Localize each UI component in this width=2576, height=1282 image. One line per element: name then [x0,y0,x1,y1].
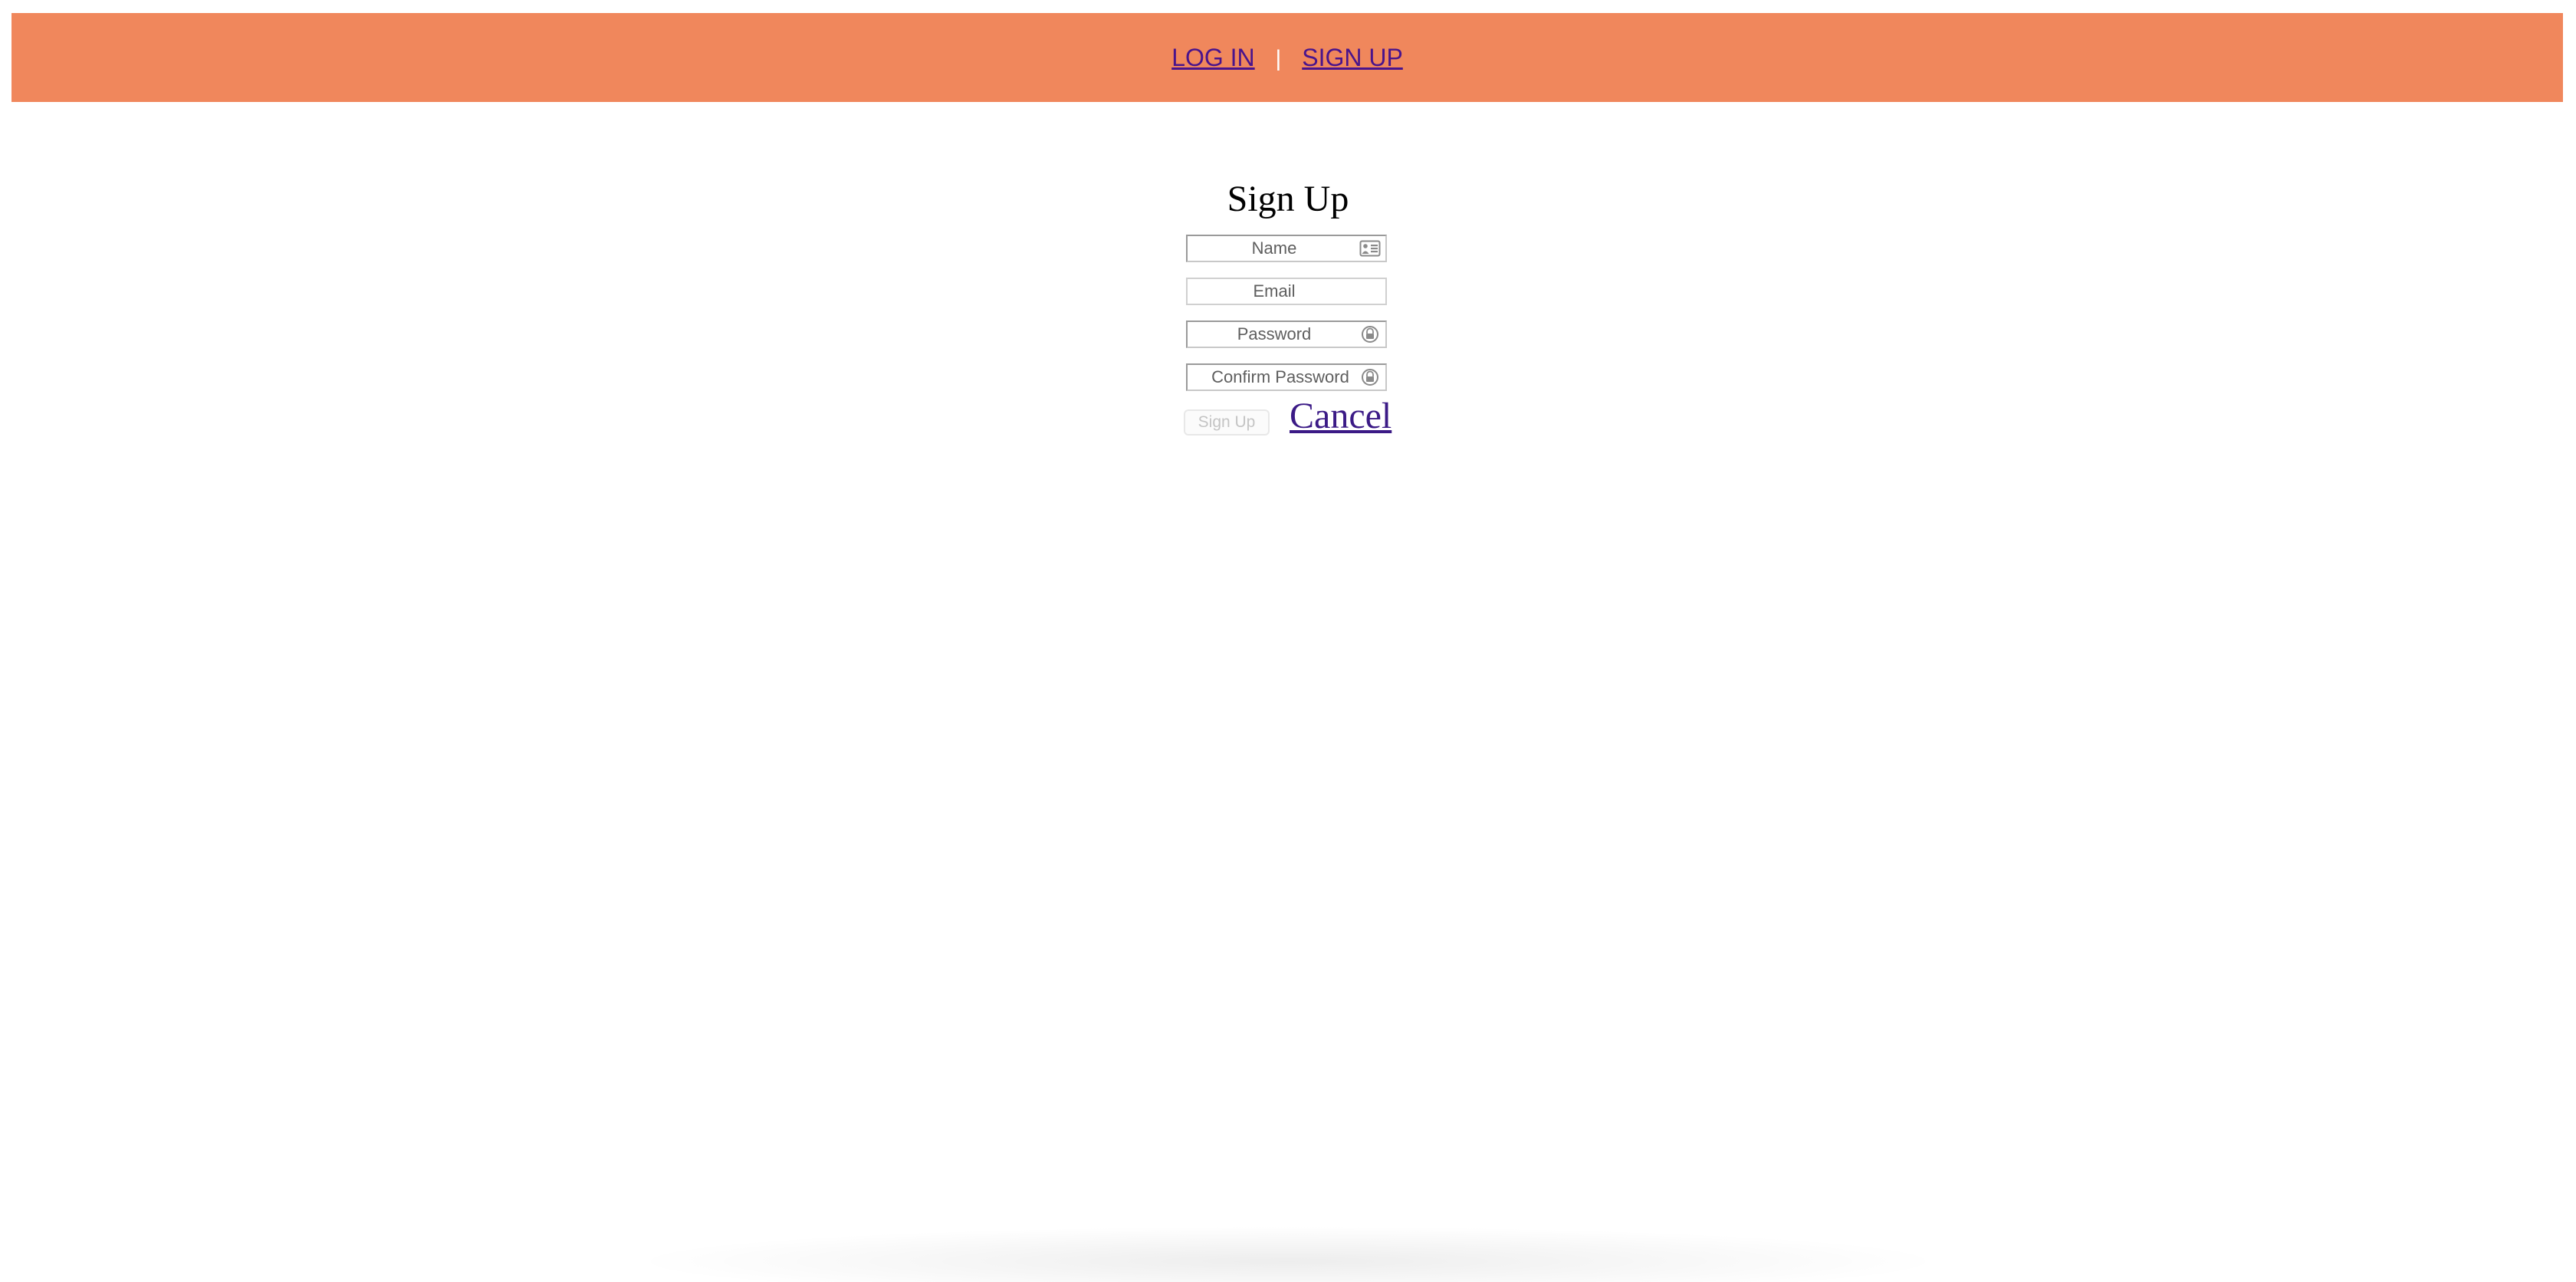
password-key-icon[interactable] [1359,368,1381,386]
signup-submit-button[interactable]: Sign Up [1184,409,1270,436]
bottom-shadow [644,1227,1932,1282]
name-field[interactable] [1188,236,1385,261]
password-key-icon[interactable] [1359,325,1381,344]
page: LOG IN | SIGN UP Sign Up Name Email Sign… [0,0,2576,1282]
name-field-wrapper [1186,235,1387,262]
signup-form: Sign Up Name Email Sign Up Cancel [0,0,2576,1282]
email-field-wrapper [1186,278,1387,305]
password-field[interactable] [1188,322,1385,347]
page-title: Sign Up [1227,179,1349,219]
confirm-password-field[interactable] [1188,365,1385,390]
email-field[interactable] [1188,279,1385,304]
cancel-link[interactable]: Cancel [1290,393,1392,440]
contact-card-icon[interactable] [1359,239,1381,258]
password-field-wrapper [1186,320,1387,348]
confirm-password-field-wrapper [1186,363,1387,391]
